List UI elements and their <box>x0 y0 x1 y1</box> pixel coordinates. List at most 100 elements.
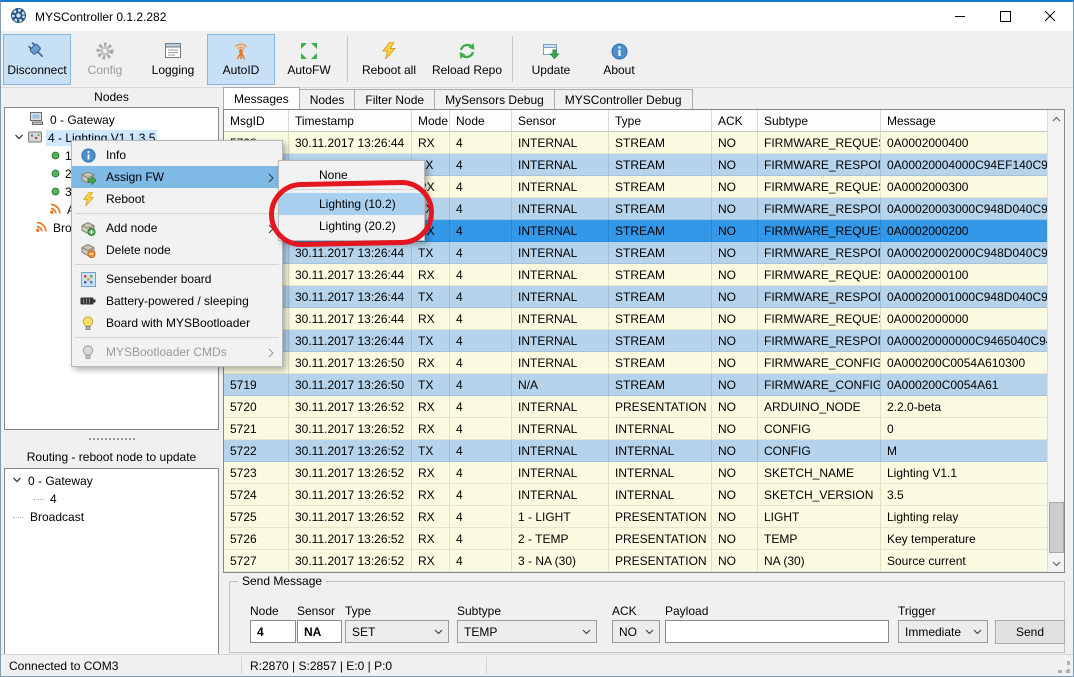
tab-filter-node[interactable]: Filter Node <box>354 89 435 109</box>
menu-item-add-node[interactable]: Add node <box>72 217 282 239</box>
reload-repo-button[interactable]: Reload Repo <box>426 34 508 85</box>
table-row[interactable]: 5727 30.11.2017 13:26:52 RX 4 3 - NA (30… <box>224 550 1064 572</box>
menu-item-sensebender-board[interactable]: Sensebender board <box>72 268 282 290</box>
table-row[interactable]: 5720 30.11.2017 13:26:52 RX 4 INTERNAL P… <box>224 396 1064 418</box>
col-header-timestamp[interactable]: Timestamp <box>289 110 412 131</box>
cell-sensor: INTERNAL <box>512 330 609 352</box>
table-row[interactable]: 5717 30.11.2017 13:26:44 TX 4 INTERNAL S… <box>224 330 1064 352</box>
cell-timestamp: 30.11.2017 13:26:44 <box>289 264 412 286</box>
tab-myscontroller-debug[interactable]: MYSController Debug <box>554 89 693 109</box>
cell-ack: NO <box>712 154 758 176</box>
cell-subtype: FIRMWARE_CONFIG_REQUEST <box>758 352 881 374</box>
autoid-button[interactable]: AutoID <box>207 34 275 85</box>
about-button[interactable]: About <box>585 34 653 85</box>
table-row[interactable]: 5714 30.11.2017 13:26:44 RX 4 INTERNAL S… <box>224 264 1064 286</box>
disconnect-button[interactable]: Disconnect <box>3 34 71 85</box>
col-header-node[interactable]: Node <box>450 110 512 131</box>
routing-item-label: Broadcast <box>30 510 84 524</box>
trigger-dropdown[interactable]: Immediate <box>898 620 988 643</box>
col-header-type[interactable]: Type <box>609 110 712 131</box>
reboot-all-button[interactable]: Reboot all <box>352 34 426 85</box>
cell-subtype: SKETCH_VERSION <box>758 484 881 506</box>
cell-sensor: INTERNAL <box>512 264 609 286</box>
tree-item-label: 0 - Gateway <box>50 113 115 127</box>
cell-sensor: INTERNAL <box>512 132 609 154</box>
routing-item-gateway[interactable]: 0 - Gateway <box>5 472 218 490</box>
type-dropdown[interactable]: SET <box>345 620 449 643</box>
cell-mode: TX <box>412 330 450 352</box>
table-row[interactable]: 5718 30.11.2017 13:26:50 RX 4 INTERNAL S… <box>224 352 1064 374</box>
chevron-down-icon[interactable] <box>13 131 25 146</box>
four-arrows-icon <box>299 41 319 61</box>
cell-type: PRESENTATION <box>609 550 712 572</box>
autofw-button[interactable]: AutoFW <box>275 34 343 85</box>
col-header-sensor[interactable]: Sensor <box>512 110 609 131</box>
table-row[interactable]: 5725 30.11.2017 13:26:52 RX 4 1 - LIGHT … <box>224 506 1064 528</box>
table-row[interactable]: 5716 30.11.2017 13:26:44 RX 4 INTERNAL S… <box>224 308 1064 330</box>
cell-ack: NO <box>712 176 758 198</box>
cell-message: 0A000200C0054A610300 <box>881 352 1047 374</box>
send-button[interactable]: Send <box>995 620 1065 644</box>
tab-messages[interactable]: Messages <box>223 87 300 109</box>
tab-mysensors-debug[interactable]: MySensors Debug <box>434 89 555 109</box>
table-row[interactable]: 5708 30.11.2017 13:26:44 RX 4 INTERNAL S… <box>224 132 1064 154</box>
reboot-all-label: Reboot all <box>362 63 416 77</box>
routing-item-label: 0 - Gateway <box>28 474 93 488</box>
menu-item-reboot[interactable]: Reboot <box>72 188 282 210</box>
tab-strip: Messages Nodes Filter Node MySensors Deb… <box>223 87 692 109</box>
connection-status: Connected to COM3 <box>9 659 118 673</box>
table-row[interactable]: 5721 30.11.2017 13:26:52 RX 4 INTERNAL I… <box>224 418 1064 440</box>
cell-mode: RX <box>412 550 450 572</box>
ack-dropdown[interactable]: NO <box>612 620 660 643</box>
cell-subtype: FIRMWARE_REQUEST <box>758 220 881 242</box>
maximize-button[interactable] <box>983 2 1028 31</box>
tree-item-gateway[interactable]: 0 - Gateway <box>5 111 218 129</box>
menu-item-board-with-mysbootloader[interactable]: Board with MYSBootloader <box>72 312 282 334</box>
cell-ack: NO <box>712 264 758 286</box>
cell-type: STREAM <box>609 198 712 220</box>
menu-item-mysbootloader-cmds[interactable]: MYSBootloader CMDs <box>72 341 282 363</box>
resize-grip[interactable] <box>1058 661 1070 673</box>
cell-message: Lighting relay <box>881 506 1047 528</box>
col-header-subtype[interactable]: Subtype <box>758 110 881 131</box>
table-row[interactable]: 5723 30.11.2017 13:26:52 RX 4 INTERNAL I… <box>224 462 1064 484</box>
scroll-down-icon[interactable] <box>1048 555 1064 572</box>
table-row[interactable]: 5722 30.11.2017 13:26:52 TX 4 INTERNAL I… <box>224 440 1064 462</box>
cell-type: PRESENTATION <box>609 396 712 418</box>
cell-subtype: CONFIG <box>758 440 881 462</box>
sensor-input[interactable]: NA <box>297 620 342 643</box>
menu-item-assign-fw[interactable]: Assign FW <box>72 166 282 188</box>
info-icon <box>611 41 628 61</box>
menu-item-delete-node[interactable]: Delete node <box>72 239 282 261</box>
table-row[interactable]: 5715 30.11.2017 13:26:44 TX 4 INTERNAL S… <box>224 286 1064 308</box>
node-input[interactable]: 4 <box>250 620 296 643</box>
scroll-up-icon[interactable] <box>1048 110 1064 127</box>
col-header-message[interactable]: Message <box>881 110 1047 131</box>
table-row[interactable]: 5724 30.11.2017 13:26:52 RX 4 INTERNAL I… <box>224 484 1064 506</box>
chevron-down-icon[interactable] <box>11 474 23 489</box>
col-header-ack[interactable]: ACK <box>712 110 758 131</box>
col-header-mode[interactable]: Mode <box>412 110 450 131</box>
menu-separator <box>75 264 279 265</box>
payload-input[interactable] <box>665 620 889 643</box>
menu-item-info[interactable]: Info <box>72 144 282 166</box>
col-header-msgid[interactable]: MsgID <box>224 110 289 131</box>
table-row[interactable]: 5726 30.11.2017 13:26:52 RX 4 2 - TEMP P… <box>224 528 1064 550</box>
subtype-dropdown[interactable]: TEMP <box>457 620 597 643</box>
scrollbar-thumb[interactable] <box>1049 502 1064 553</box>
update-button[interactable]: Update <box>517 34 585 85</box>
logging-button[interactable]: Logging <box>139 34 207 85</box>
tab-nodes[interactable]: Nodes <box>299 89 356 109</box>
close-button[interactable] <box>1028 2 1073 31</box>
table-row[interactable]: 5719 30.11.2017 13:26:50 TX 4 N/A STREAM… <box>224 374 1064 396</box>
send-message-group: Send Message Node 4 Sensor NA Type SET S… <box>229 581 1065 653</box>
routing-item-node-4[interactable]: 4 <box>5 490 218 508</box>
vertical-scrollbar[interactable] <box>1047 110 1064 572</box>
routing-item-broadcast[interactable]: Broadcast <box>5 508 218 526</box>
menu-item-battery-powered[interactable]: Battery-powered / sleeping <box>72 290 282 312</box>
cell-type: INTERNAL <box>609 484 712 506</box>
config-button[interactable]: Config <box>71 34 139 85</box>
cell-sensor: INTERNAL <box>512 484 609 506</box>
panel-splitter[interactable] <box>4 433 219 445</box>
minimize-button[interactable] <box>938 2 983 31</box>
